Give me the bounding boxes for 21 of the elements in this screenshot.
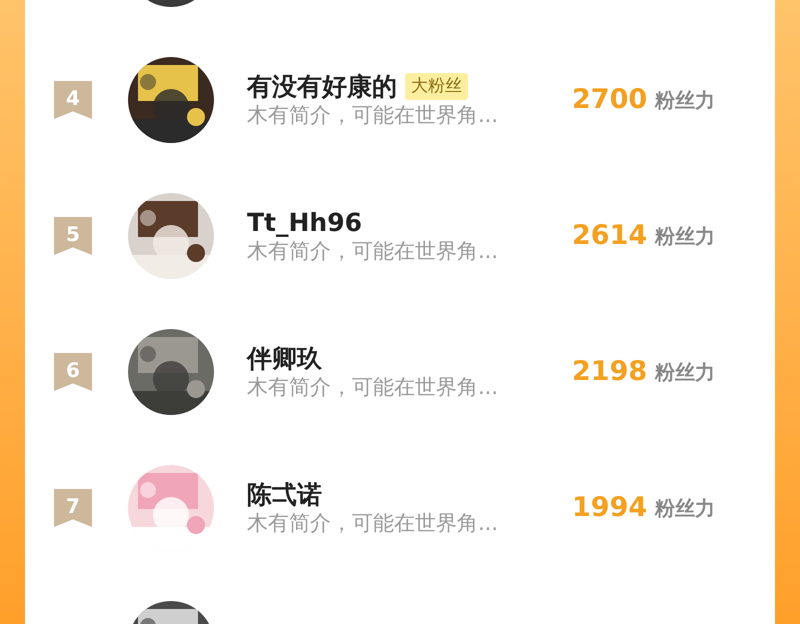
user-bio: 木有简介，可能在世界角... xyxy=(247,374,500,401)
rank-badge: 5 xyxy=(54,217,92,255)
user-name: Tt_Hh96 xyxy=(247,206,362,238)
rank-badge: 4 xyxy=(54,81,92,119)
score-unit: 粉丝力 xyxy=(655,495,716,522)
fan-score: 1994 xyxy=(572,490,648,525)
rank-badge: 7 xyxy=(54,489,92,527)
fan-tag: 大粉丝 xyxy=(405,72,468,100)
rank-badge: 6 xyxy=(54,353,92,391)
fan-score: 2614 xyxy=(572,218,648,253)
fan-score: 2700 xyxy=(572,82,648,117)
fan-score: 2198 xyxy=(572,354,648,389)
score-unit: 粉丝力 xyxy=(655,223,716,250)
user-name: 陈弌诺 xyxy=(247,478,322,510)
score-unit: 粉丝力 xyxy=(655,359,716,386)
user-name: 有没有好康的 xyxy=(247,70,397,102)
user-bio: 木有简介，可能在世界角... xyxy=(247,238,500,265)
user-bio: 木有简介，可能在世界角... xyxy=(247,510,500,537)
user-bio: 木有简介，可能在世界角... xyxy=(247,102,500,129)
score-unit: 粉丝力 xyxy=(655,87,716,114)
user-name: 伴卿玖 xyxy=(247,342,322,374)
